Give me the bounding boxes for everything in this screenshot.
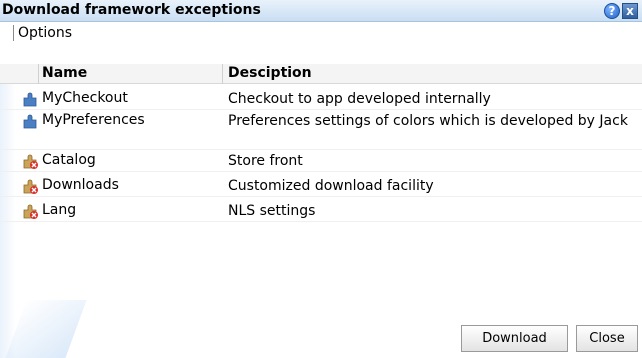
puzzle-error-icon [22, 177, 40, 195]
table-row[interactable]: Lang NLS settings [0, 200, 642, 222]
table-row[interactable]: MyCheckout Checkout to app developed int… [0, 88, 642, 110]
table-row[interactable]: Catalog Store front [0, 150, 642, 172]
row-description: Checkout to app developed internally [228, 91, 491, 107]
window-titlebar: Download framework exceptions ? x [0, 0, 642, 22]
row-name: Catalog [42, 152, 96, 168]
row-description: Customized download facility [228, 178, 434, 194]
puzzle-icon [22, 90, 40, 108]
help-icon[interactable]: ? [604, 3, 620, 19]
column-divider [38, 64, 39, 84]
toolbar-separator [13, 25, 14, 41]
column-divider [222, 64, 223, 84]
puzzle-error-icon [22, 202, 40, 220]
options-menu[interactable]: Options [18, 25, 72, 41]
download-button[interactable]: Download [461, 325, 568, 352]
table-row[interactable]: Downloads Customized download facility [0, 175, 642, 197]
toolbar: Options [0, 22, 642, 44]
row-description: Preferences settings of colors which is … [228, 113, 628, 129]
row-name: MyPreferences [42, 112, 145, 128]
table-header: Name Desciption [0, 64, 642, 84]
decorative-shape [5, 300, 87, 358]
row-name: MyCheckout [42, 90, 128, 106]
table-row[interactable]: MyPreferences Preferences settings of co… [0, 110, 642, 150]
row-description: NLS settings [228, 203, 316, 219]
close-button[interactable]: Close [576, 325, 638, 352]
window-title: Download framework exceptions [2, 2, 261, 18]
column-header-name[interactable]: Name [42, 65, 87, 81]
close-window-icon[interactable]: x [622, 3, 638, 19]
row-name: Lang [42, 202, 77, 218]
row-description: Store front [228, 153, 303, 169]
puzzle-error-icon [22, 152, 40, 170]
puzzle-icon [22, 112, 40, 130]
column-header-description[interactable]: Desciption [228, 65, 312, 81]
row-name: Downloads [42, 177, 119, 193]
